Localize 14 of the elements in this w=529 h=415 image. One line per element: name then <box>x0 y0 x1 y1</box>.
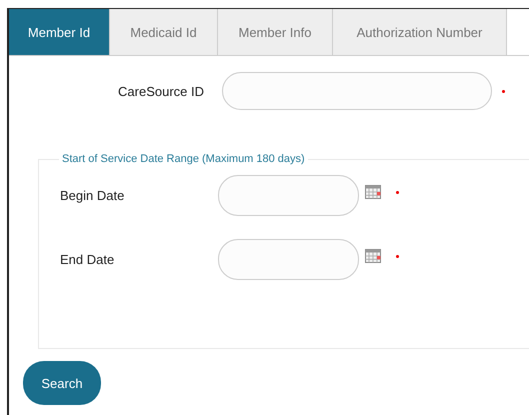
calendar-icon[interactable] <box>365 248 381 262</box>
text-field[interactable] <box>222 72 492 110</box>
field-label: CareSource ID <box>117 84 205 98</box>
tab[interactable]: Member Id <box>9 9 110 55</box>
field-label: Begin Date <box>60 188 126 203</box>
field-label: End Date <box>60 252 116 267</box>
tab[interactable]: Member Info <box>218 9 333 55</box>
tab[interactable]: Authorization Number <box>333 9 507 55</box>
date-field[interactable] <box>218 239 359 280</box>
tab[interactable]: Medicaid Id <box>110 9 218 55</box>
search-button[interactable]: Search <box>23 361 101 405</box>
group-legend: Start of Service Date Range (Maximum 180 days) <box>59 153 308 165</box>
calendar-icon[interactable] <box>365 184 381 198</box>
date-field[interactable] <box>218 175 359 216</box>
